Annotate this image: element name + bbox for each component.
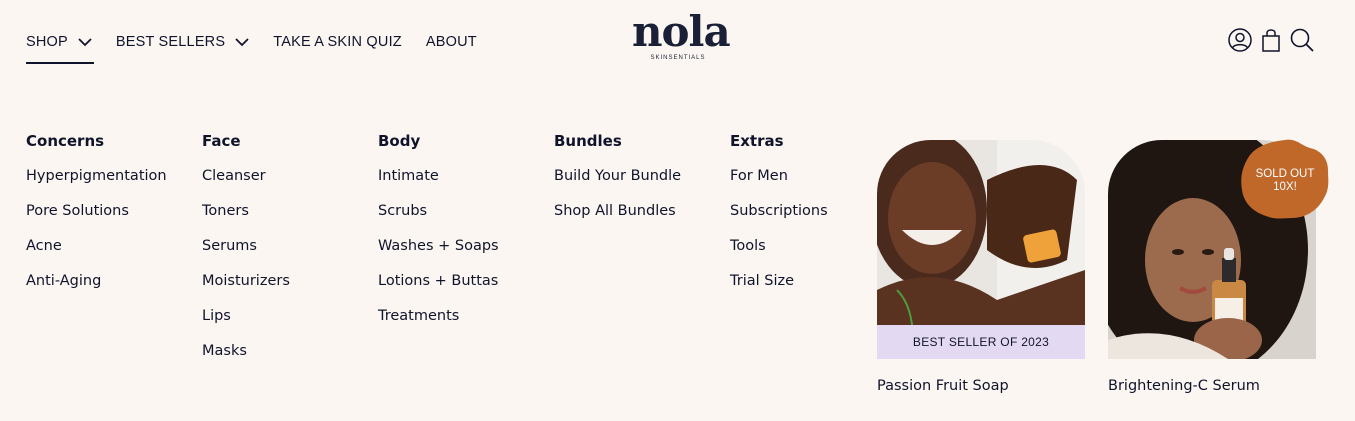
badge-line-2: 10X! <box>1273 181 1297 193</box>
menu-column-face: Face Cleanser Toners Serums Moisturizers… <box>202 131 290 376</box>
search-icon[interactable] <box>1289 27 1315 53</box>
bag-icon[interactable] <box>1258 27 1284 53</box>
main-nav: SHOP BEST SELLERS TAKE A SKIN QUIZ ABOUT <box>26 28 501 64</box>
menu-item[interactable]: Toners <box>202 201 290 236</box>
product-card-passion-fruit-soap[interactable]: BEST SELLER OF 2023 Passion Fruit Soap <box>877 140 1085 394</box>
product-image[interactable]: BEST SELLER OF 2023 <box>877 140 1085 359</box>
menu-item[interactable]: Tools <box>730 236 828 271</box>
brand-logo[interactable]: nola SKINSENTIALS <box>632 7 731 62</box>
menu-item[interactable]: Washes + Soaps <box>378 236 499 271</box>
menu-column-extras: Extras For Men Subscriptions Tools Trial… <box>730 131 828 306</box>
menu-item[interactable]: Serums <box>202 236 290 271</box>
menu-column-concerns: Concerns Hyperpigmentation Pore Solution… <box>26 131 167 306</box>
column-heading-bundles[interactable]: Bundles <box>554 131 681 151</box>
menu-item[interactable]: Subscriptions <box>730 201 828 236</box>
menu-item[interactable]: Build Your Bundle <box>554 166 681 201</box>
nav-shop[interactable]: SHOP <box>26 28 94 64</box>
menu-column-body: Body Intimate Scrubs Washes + Soaps Loti… <box>378 131 499 341</box>
menu-item[interactable]: Shop All Bundles <box>554 201 681 236</box>
best-seller-banner: BEST SELLER OF 2023 <box>877 325 1085 359</box>
badge-line-1: SOLD OUT <box>1255 168 1315 180</box>
nav-skin-quiz[interactable]: TAKE A SKIN QUIZ <box>273 28 402 56</box>
menu-item[interactable]: Anti-Aging <box>26 271 167 306</box>
column-heading-face[interactable]: Face <box>202 131 290 151</box>
account-icon[interactable] <box>1227 27 1253 53</box>
menu-item[interactable]: Hyperpigmentation <box>26 166 167 201</box>
menu-item[interactable]: Lips <box>202 306 290 341</box>
menu-item[interactable]: Treatments <box>378 306 499 341</box>
column-heading-concerns[interactable]: Concerns <box>26 131 167 151</box>
chevron-down-icon <box>78 38 92 47</box>
menu-item[interactable]: Cleanser <box>202 166 290 201</box>
badge-text: SOLD OUT 10X! <box>1240 168 1330 194</box>
nav-best-sellers[interactable]: BEST SELLERS <box>116 28 249 56</box>
menu-item[interactable]: Lotions + Buttas <box>378 271 499 306</box>
product-name[interactable]: Brightening-C Serum <box>1108 378 1260 394</box>
menu-column-bundles: Bundles Build Your Bundle Shop All Bundl… <box>554 131 681 236</box>
nav-about-label: ABOUT <box>425 34 477 50</box>
menu-item[interactable]: Acne <box>26 236 167 271</box>
logo-wordmark: nola <box>632 7 731 56</box>
sold-out-badge: SOLD OUT 10X! <box>1240 138 1330 220</box>
menu-item[interactable]: Masks <box>202 341 290 376</box>
menu-item[interactable]: For Men <box>730 166 828 201</box>
nav-skin-quiz-label: TAKE A SKIN QUIZ <box>273 34 402 50</box>
menu-item[interactable]: Moisturizers <box>202 271 290 306</box>
header-icons <box>1227 27 1320 53</box>
nav-best-sellers-label: BEST SELLERS <box>115 34 226 50</box>
nav-about[interactable]: ABOUT <box>426 28 477 56</box>
menu-item[interactable]: Trial Size <box>730 271 828 306</box>
nav-shop-label: SHOP <box>26 34 68 50</box>
column-heading-extras[interactable]: Extras <box>730 131 828 151</box>
chevron-down-icon <box>235 38 249 47</box>
column-heading-body[interactable]: Body <box>378 131 499 151</box>
menu-item[interactable]: Intimate <box>378 166 499 201</box>
header: SHOP BEST SELLERS TAKE A SKIN QUIZ ABOUT… <box>0 0 1355 80</box>
menu-item[interactable]: Scrubs <box>378 201 499 236</box>
menu-item[interactable]: Pore Solutions <box>26 201 167 236</box>
product-name[interactable]: Passion Fruit Soap <box>877 378 1009 394</box>
